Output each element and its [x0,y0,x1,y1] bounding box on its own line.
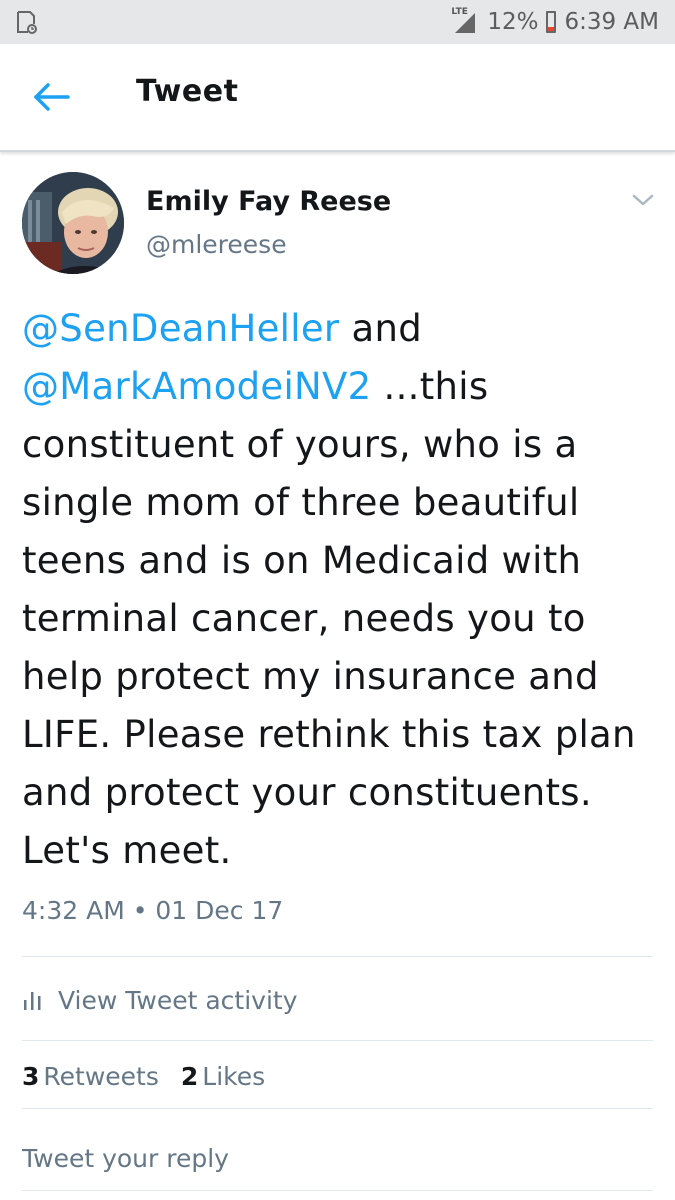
avatar[interactable] [22,172,124,274]
tweet-timestamp: 4:32 AM • 01 Dec 17 [22,896,284,925]
retweets-stat[interactable]: 3 Retweets [22,1062,159,1091]
divider [22,1040,653,1041]
likes-count: 2 [180,1062,199,1091]
battery-icon [546,11,557,33]
tweet-text-body: ...this constituent of yours, who is a s… [22,365,636,872]
divider [22,956,653,957]
screenshot-notification-icon [17,11,37,34]
tweet-stats: 3 Retweets 2 Likes [22,1062,265,1091]
battery-percent: 12% [487,9,539,35]
view-tweet-activity-button[interactable]: View Tweet activity [22,980,298,1020]
author-name[interactable]: Emily Fay Reese [146,186,391,217]
signal-icon: LTE [451,7,479,35]
mention-link[interactable]: @SenDeanHeller [22,307,339,350]
status-bar: LTE 12% 6:39 AM [0,0,675,44]
arrow-left-icon[interactable] [30,80,74,114]
divider [22,1190,653,1191]
clock: 6:39 AM [564,9,659,35]
chevron-down-icon[interactable] [630,190,656,210]
activity-label: View Tweet activity [58,985,298,1015]
author-handle[interactable]: @mlereese [146,230,287,259]
divider [22,1108,653,1109]
mention-link[interactable]: @MarkAmodeiNV2 [22,365,372,408]
likes-stat[interactable]: 2 Likes [181,1062,265,1091]
tweet-text-connector: and [339,307,422,350]
reply-input[interactable] [22,1138,653,1178]
bar-chart-icon [24,992,41,1010]
page-title: Tweet [136,74,239,109]
retweets-count: 3 [22,1062,40,1091]
retweets-label: Retweets [43,1062,159,1091]
status-bar-right: LTE 12% 6:39 AM [451,7,659,37]
tweet-text: @SenDeanHeller and @MarkAmodeiNV2 ...thi… [22,300,662,880]
likes-label: Likes [202,1062,266,1091]
app-bar: Tweet [0,44,675,152]
